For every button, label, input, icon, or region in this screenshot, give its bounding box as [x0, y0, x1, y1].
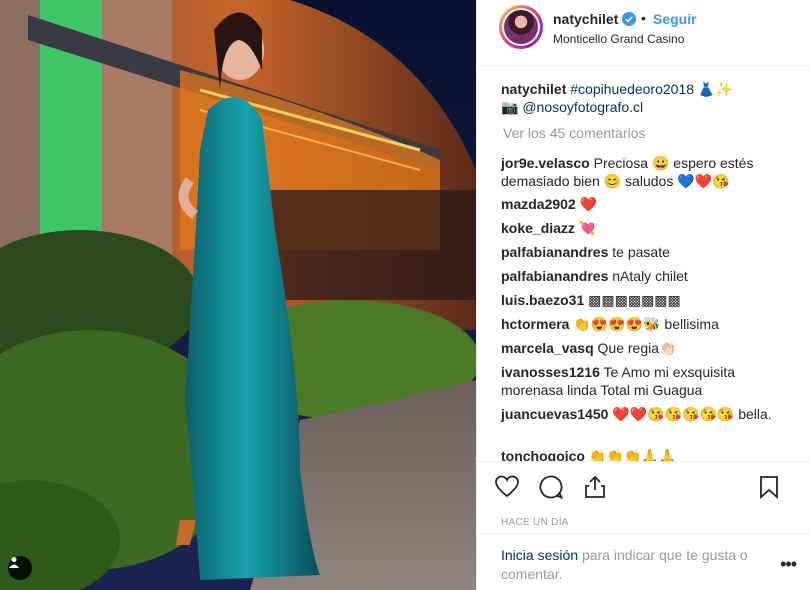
login-prompt: Inicia sesión para indicar que te gusta … — [477, 533, 810, 590]
heart-icon[interactable] — [494, 474, 520, 500]
comment-username[interactable]: ivanosses1216 — [501, 364, 600, 380]
comment-username[interactable]: palfabianandres — [501, 268, 608, 284]
comment-text: te pasate — [612, 244, 670, 260]
comment-username[interactable]: koke_diazz — [501, 220, 575, 236]
comment-username[interactable]: mazda2902 — [501, 196, 576, 212]
comment-text: 👏👏👏🙏🙏 — [588, 448, 677, 461]
photo-illustration — [0, 0, 476, 590]
view-all-comments-link[interactable]: Ver los 45 comentarios — [503, 125, 645, 141]
user-tag-icon[interactable] — [8, 556, 32, 580]
comment-text: nAtaly chilet — [612, 268, 688, 284]
list-item: hctormera 👏😍😍😍🐝 bellisima — [501, 315, 791, 333]
post-photo[interactable] — [0, 0, 476, 590]
caption: natychilet #copihuedeoro2018 👗✨ 📷 @nosoy… — [501, 80, 791, 116]
bookmark-icon[interactable] — [756, 474, 782, 500]
list-item: marcela_vasq Que regia👏🏻 — [501, 339, 791, 357]
comment-username[interactable]: tonchogoico — [501, 448, 585, 461]
list-item: palfabianandres nAtaly chilet — [501, 267, 791, 285]
comment-text: ❤️❤️😘😘😘😘😘 bella. — [612, 406, 772, 422]
comment-username[interactable]: marcela_vasq — [501, 340, 594, 356]
caption-hashtag[interactable]: #copihuedeoro2018 — [570, 81, 694, 97]
comments-list: natychilet #copihuedeoro2018 👗✨ 📷 @nosoy… — [477, 66, 810, 461]
header-username[interactable]: natychilet — [553, 11, 618, 27]
share-icon[interactable] — [582, 474, 608, 500]
list-item: ivanosses1216 Te Amo mi exsquisita moren… — [501, 363, 791, 399]
comment-username[interactable]: luis.baezo31 — [501, 292, 584, 308]
caption-username[interactable]: natychilet — [501, 81, 566, 97]
list-item: juancuevas1450 ❤️❤️😘😘😘😘😘 bella. — [501, 405, 791, 423]
action-bar — [477, 461, 810, 513]
verified-badge-icon — [622, 12, 636, 26]
follow-button[interactable]: Seguir — [653, 11, 697, 27]
list-item: luis.baezo31 ▩▩▩▩▩▩▩ — [501, 291, 791, 309]
comment-username[interactable]: palfabianandres — [501, 244, 608, 260]
list-item: jor9e.velasco Preciosa 😀 espero estés de… — [501, 154, 791, 190]
login-link[interactable]: Inicia sesión — [501, 547, 578, 563]
separator-dot: • — [641, 10, 646, 26]
comment-text: Que regia👏🏻 — [597, 340, 677, 356]
comment-text: 👏😍😍😍🐝 bellisima — [573, 316, 719, 332]
instagram-post: natychilet • Seguir Monticello Grand Cas… — [0, 0, 810, 590]
caption-emoji: 👗✨ — [697, 81, 733, 97]
list-item: mazda2902 ❤️ — [501, 195, 791, 213]
post-header: natychilet • Seguir Monticello Grand Cas… — [477, 0, 810, 66]
comment-username[interactable]: hctormera — [501, 316, 569, 332]
caption-mention[interactable]: @nosoyfotografo.cl — [522, 99, 643, 115]
comment-text: 💘 — [578, 220, 597, 236]
comment-icon[interactable] — [538, 474, 564, 500]
comment-username[interactable]: jor9e.velasco — [501, 155, 590, 171]
location-link[interactable]: Monticello Grand Casino — [553, 32, 684, 46]
list-item: palfabianandres te pasate — [501, 243, 791, 261]
post-timestamp: HACE UN DÍA — [501, 517, 569, 528]
list-item: tonchogoico 👏👏👏🙏🙏 — [501, 447, 791, 461]
avatar[interactable] — [499, 5, 543, 49]
camera-emoji: 📷 — [501, 99, 519, 115]
list-item: koke_diazz 💘 — [501, 219, 791, 237]
more-options-icon[interactable]: ••• — [780, 554, 797, 575]
comment-username[interactable]: juancuevas1450 — [501, 406, 608, 422]
comment-text: ▩▩▩▩▩▩▩ — [588, 292, 681, 308]
comment-text: ❤️ — [579, 196, 598, 212]
post-side-panel: natychilet • Seguir Monticello Grand Cas… — [476, 0, 810, 590]
